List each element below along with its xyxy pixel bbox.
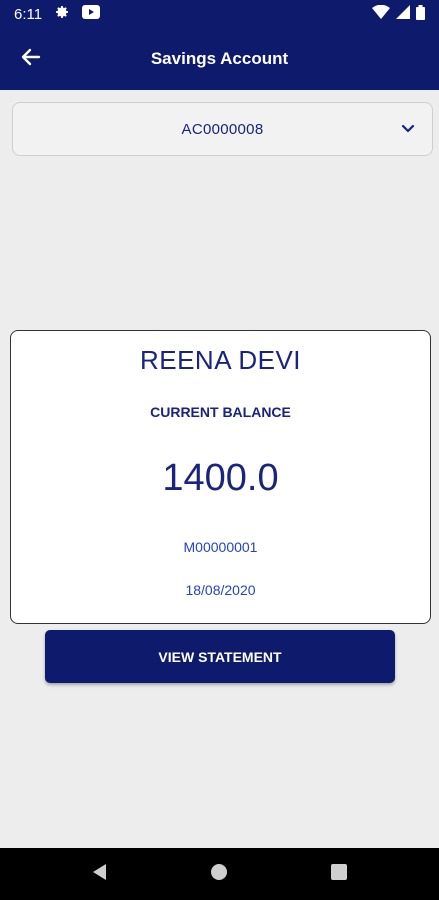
member-id: M00000001	[183, 539, 258, 555]
balance-amount: 1400.0	[162, 457, 279, 499]
page-title: Savings Account	[150, 49, 289, 68]
view-statement-button[interactable]: VIEW STATEMENT	[45, 630, 395, 683]
status-bar: 6:11	[0, 0, 439, 28]
nav-recents-button[interactable]	[319, 854, 359, 894]
home-circle-icon	[210, 863, 228, 886]
status-time: 6:11	[14, 5, 43, 23]
back-button[interactable]	[14, 43, 48, 75]
app-bar: Savings Account	[0, 28, 439, 90]
balance-card: REENA DEVI CURRENT BALANCE 1400.0 M00000…	[10, 330, 431, 624]
system-nav-bar	[0, 848, 439, 900]
balance-date: 18/08/2020	[185, 582, 256, 598]
recents-square-icon	[331, 863, 348, 885]
account-number: AC0000008	[181, 120, 264, 138]
arrow-left-icon	[21, 47, 41, 72]
battery-icon	[416, 4, 425, 24]
balance-label: CURRENT BALANCE	[150, 404, 291, 420]
chevron-down-icon	[400, 121, 416, 137]
back-triangle-icon	[91, 863, 109, 886]
account-dropdown[interactable]: AC0000008	[12, 102, 433, 156]
gear-icon	[54, 4, 70, 24]
customer-name: REENA DEVI	[139, 345, 302, 375]
youtube-icon	[82, 5, 101, 23]
signal-icon	[396, 5, 410, 23]
nav-back-button[interactable]	[80, 854, 120, 894]
wifi-icon	[372, 4, 390, 23]
nav-home-button[interactable]	[199, 854, 239, 894]
